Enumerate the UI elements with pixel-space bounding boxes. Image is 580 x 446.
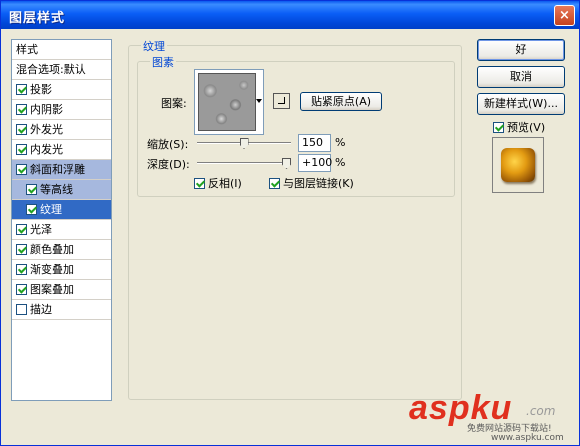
snap-to-origin-button[interactable]: 贴紧原点(A) (300, 92, 382, 111)
list-item-pattern-overlay[interactable]: 图案叠加 (12, 280, 111, 300)
inner-shadow-checkbox[interactable] (16, 104, 27, 115)
window-title: 图层样式 (9, 11, 66, 26)
invert-option[interactable]: 反相(I) (194, 175, 242, 191)
elements-group-title: 图素 (150, 54, 176, 70)
title-bar[interactable]: 图层样式 × (1, 1, 579, 29)
satin-checkbox[interactable] (16, 224, 27, 235)
list-item-satin[interactable]: 光泽 (12, 220, 111, 240)
depth-input[interactable]: +100 (298, 154, 332, 172)
list-item-gradient-overlay[interactable]: 渐变叠加 (12, 260, 111, 280)
new-style-button[interactable]: 新建样式(W)... (477, 93, 565, 115)
chevron-down-icon[interactable] (256, 99, 262, 103)
list-item-contour[interactable]: 等高线 (12, 180, 111, 200)
watermark-suffix: .com (526, 404, 556, 418)
scale-input[interactable]: 150 (298, 134, 331, 152)
outer-glow-checkbox[interactable] (16, 124, 27, 135)
list-item-label: 渐变叠加 (30, 263, 74, 276)
list-item-drop-shadow[interactable]: 投影 (12, 80, 111, 100)
list-item-label: 投影 (30, 83, 52, 96)
contour-checkbox[interactable] (26, 184, 37, 195)
scale-unit: % (335, 136, 346, 149)
list-item-label: 描边 (30, 303, 52, 316)
list-item-label: 内发光 (30, 143, 63, 156)
list-item-inner-glow[interactable]: 内发光 (12, 140, 111, 160)
depth-unit: % (335, 156, 346, 169)
style-preview (492, 137, 544, 193)
list-item-color-overlay[interactable]: 颜色叠加 (12, 240, 111, 260)
list-item-stroke[interactable]: 描边 (12, 300, 111, 320)
stroke-checkbox[interactable] (16, 304, 27, 315)
depth-label: 深度(D): (147, 158, 190, 171)
invert-label: 反相(I) (208, 177, 242, 190)
list-item-label: 图案叠加 (30, 283, 74, 296)
preview-option[interactable]: 预览(V) (493, 119, 545, 135)
invert-checkbox[interactable] (194, 178, 205, 189)
watermark-line2: www.aspku.com (491, 433, 564, 443)
texture-checkbox[interactable] (26, 204, 37, 215)
bevel-emboss-checkbox[interactable] (16, 164, 27, 175)
list-item-label: 等高线 (40, 183, 73, 196)
list-item-label: 斜面和浮雕 (30, 163, 85, 176)
list-item-inner-shadow[interactable]: 内阴影 (12, 100, 111, 120)
list-item-label: 纹理 (40, 203, 62, 216)
list-item-outer-glow[interactable]: 外发光 (12, 120, 111, 140)
pattern-swatch[interactable] (198, 73, 256, 131)
styles-list-header[interactable]: 样式 (12, 40, 111, 60)
pattern-label: 图案: (161, 97, 187, 110)
list-item-bevel-emboss[interactable]: 斜面和浮雕 (12, 160, 111, 180)
styles-list: 样式 混合选项:默认 投影 内阴影 外发光 内发光 斜面和浮雕 等高线 纹理 光… (11, 39, 112, 401)
list-item-texture[interactable]: 纹理 (12, 200, 111, 220)
scale-label: 缩放(S): (147, 138, 189, 151)
list-item-label: 颜色叠加 (30, 243, 74, 256)
link-option[interactable]: 与图层链接(K) (269, 175, 354, 191)
color-overlay-checkbox[interactable] (16, 244, 27, 255)
list-item-label: 外发光 (30, 123, 63, 136)
list-item-label: 光泽 (30, 223, 52, 236)
drop-shadow-checkbox[interactable] (16, 84, 27, 95)
gradient-overlay-checkbox[interactable] (16, 264, 27, 275)
preview-checkbox[interactable] (493, 122, 504, 133)
cancel-button[interactable]: 取消 (477, 66, 565, 88)
ok-button[interactable]: 好 (477, 39, 565, 61)
preview-label: 预览(V) (507, 121, 546, 134)
inner-glow-checkbox[interactable] (16, 144, 27, 155)
link-with-layer-label: 与图层链接(K) (283, 177, 354, 190)
texture-group-title: 纹理 (141, 38, 167, 54)
depth-slider[interactable] (197, 162, 291, 164)
pattern-overlay-checkbox[interactable] (16, 284, 27, 295)
new-preset-icon[interactable] (273, 93, 290, 109)
close-button[interactable]: × (554, 5, 575, 26)
blending-options-item[interactable]: 混合选项:默认 (12, 60, 111, 80)
layer-style-dialog: 图层样式 × 样式 混合选项:默认 投影 内阴影 外发光 内发光 斜面和浮雕 等… (0, 0, 580, 446)
list-item-label: 内阴影 (30, 103, 63, 116)
link-with-layer-checkbox[interactable] (269, 178, 280, 189)
preview-swatch (501, 148, 535, 182)
